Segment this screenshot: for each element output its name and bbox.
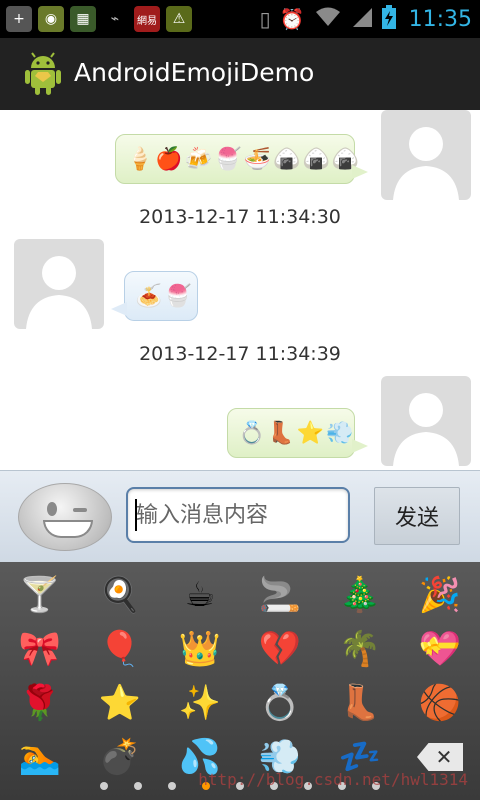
action-bar: AndroidEmojiDemo [0, 38, 480, 110]
emoji-crown-icon[interactable]: 👑 [160, 622, 240, 676]
emoji: 🍜 [243, 146, 272, 172]
smiley-mouth-icon [43, 520, 93, 538]
my-avatar[interactable] [381, 110, 471, 200]
emoji: 💍 [238, 420, 266, 446]
emoji-heart-ribbon-icon[interactable]: 💝 [400, 622, 480, 676]
signal-icon [351, 6, 373, 32]
page-dot[interactable] [168, 782, 176, 790]
wifi-icon [314, 6, 342, 32]
emoji: 🍻 [184, 146, 213, 172]
emoji: 🍙 [302, 146, 330, 172]
emoji-bomb-icon[interactable]: 💣 [80, 730, 160, 784]
send-button[interactable]: 发送 [374, 487, 460, 545]
game-icon: ◉ [38, 6, 64, 32]
emoji: 🍦 [126, 146, 154, 172]
emoji-panel: 🍸 🍳 ☕ 🚬 🎄 🎉 🎀 🎈 👑 💔 🌴 💝 🌹 ⭐ ✨ 💍 👢 🏀 🏊 💣 … [0, 562, 480, 800]
vibrate-icon: ▯ [259, 7, 271, 31]
watermark: http://blog.csdn.net/hwl1314 [198, 770, 468, 789]
battery-charging-icon [381, 5, 396, 33]
alarm-icon: ⏰ [279, 7, 305, 31]
message-timestamp: 2013-12-17 11:34:39 [139, 343, 341, 365]
emoji: 🍙 [273, 146, 301, 172]
emoji-broken-heart-icon[interactable]: 💔 [240, 622, 320, 676]
contact-avatar[interactable] [14, 239, 104, 329]
emoji-toggle-button[interactable] [18, 483, 112, 551]
chip-icon: ▦ [70, 6, 96, 32]
message-input[interactable] [126, 487, 350, 543]
emoji: 💨 [326, 420, 354, 446]
message-bubble-outgoing[interactable]: 🍦 🍎 🍻 🍧 🍜 🍙 🍙 🍙 [115, 134, 368, 184]
my-avatar[interactable] [381, 376, 471, 466]
status-bar: + ◉ ▦ ⌁ 網易 ⚠ ▯ ⏰ 11:35 [0, 0, 480, 38]
chat-list[interactable]: 🍦 🍎 🍻 🍧 🍜 🍙 🍙 🍙 2013-12-17 11:34:30 🍝 🍧 … [0, 110, 480, 470]
clock: 11:35 [408, 6, 472, 32]
emoji-grid: 🍸 🍳 ☕ 🚬 🎄 🎉 🎀 🎈 👑 💔 🌴 💝 🌹 ⭐ ✨ 💍 👢 🏀 🏊 💣 … [0, 568, 480, 784]
add-icon: + [6, 6, 32, 32]
emoji: 🍧 [214, 146, 242, 172]
emoji-coffee-icon[interactable]: ☕ [160, 568, 240, 622]
text-cursor [135, 499, 137, 531]
backspace-icon: ✕ [417, 743, 463, 771]
emoji-ring-icon[interactable]: 💍 [240, 676, 320, 730]
message-timestamp: 2013-12-17 11:34:30 [139, 206, 341, 228]
emoji-balloon-icon[interactable]: 🎈 [80, 622, 160, 676]
emoji-party-popper-icon[interactable]: 🎉 [400, 568, 480, 622]
emoji: 👢 [267, 420, 295, 446]
smiley-eye-icon [47, 502, 57, 516]
emoji-cigarette-icon[interactable]: 🚬 [240, 568, 320, 622]
emoji-basketball-icon[interactable]: 🏀 [400, 676, 480, 730]
smiley-wink-icon [73, 508, 87, 512]
message-bubble-incoming[interactable]: 🍝 🍧 [111, 271, 198, 321]
emoji-rose-icon[interactable]: 🌹 [0, 676, 80, 730]
emoji: 🍝 [135, 283, 163, 309]
emoji-ribbon-icon[interactable]: 🎀 [0, 622, 80, 676]
compose-bar: 发送 [0, 470, 480, 563]
emoji-star-icon[interactable]: ⭐ [80, 676, 160, 730]
emoji-cocktail-icon[interactable]: 🍸 [0, 568, 80, 622]
emoji-swimmer-icon[interactable]: 🏊 [0, 730, 80, 784]
message-bubble-outgoing[interactable]: 💍 👢 ⭐ 💨 [227, 408, 368, 458]
page-dot[interactable] [134, 782, 142, 790]
usb-icon: ⌁ [110, 11, 120, 27]
emoji: 🍙 [331, 146, 360, 172]
emoji-palm-tree-icon[interactable]: 🌴 [320, 622, 400, 676]
app-notification-icon: 網易 [134, 6, 160, 32]
emoji-christmas-tree-icon[interactable]: 🎄 [320, 568, 400, 622]
android-logo-icon[interactable] [22, 52, 64, 96]
emoji: 🍧 [164, 283, 192, 309]
emoji: ⭐ [296, 420, 325, 446]
emoji-boot-icon[interactable]: 👢 [320, 676, 400, 730]
emoji: 🍎 [155, 146, 183, 172]
page-dot[interactable] [100, 782, 108, 790]
game-alert-icon: ⚠ [166, 6, 192, 32]
emoji-frying-pan-icon[interactable]: 🍳 [80, 568, 160, 622]
emoji-sparkles-icon[interactable]: ✨ [160, 676, 240, 730]
app-title: AndroidEmojiDemo [74, 58, 315, 87]
